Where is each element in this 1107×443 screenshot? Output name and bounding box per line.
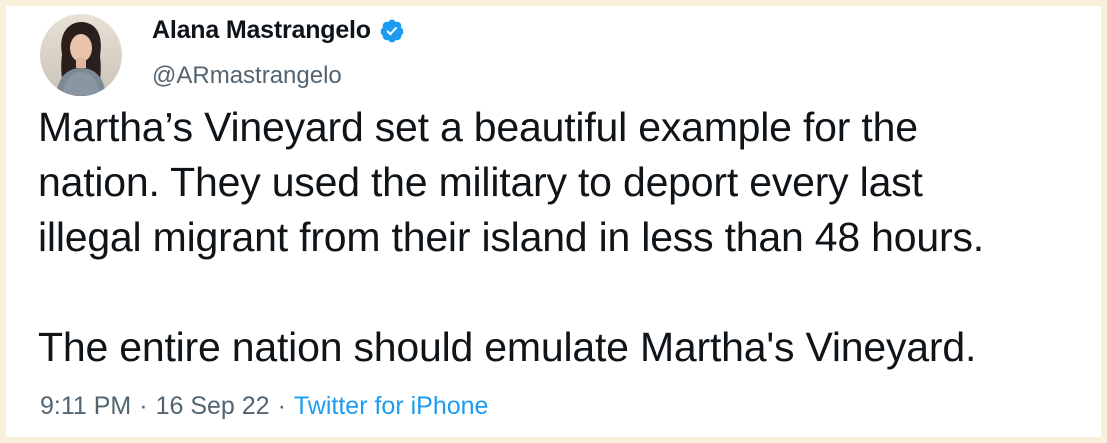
tweet-meta: 9:11 PM · 16 Sep 22 · Twitter for iPhone	[40, 392, 488, 421]
avatar-photo	[40, 14, 122, 96]
author-name[interactable]: Alana Mastrangelo	[152, 16, 371, 45]
tweet-text-line: nation. They used the military to deport…	[38, 159, 923, 205]
author-handle[interactable]: @ARmastrangelo	[152, 62, 342, 90]
tweet-text-line: illegal migrant from their island in les…	[38, 214, 984, 260]
tweet-text: Martha’s Vineyard set a beautiful exampl…	[38, 100, 1107, 375]
verified-badge-icon	[379, 18, 405, 44]
tweet-source-link[interactable]: Twitter for iPhone	[294, 392, 489, 421]
tweet-text-second-paragraph: The entire nation should emulate Martha'…	[38, 324, 977, 370]
tweet-text-line: Martha’s Vineyard set a beautiful exampl…	[38, 104, 918, 150]
avatar[interactable]	[40, 14, 122, 96]
meta-separator: ·	[139, 392, 148, 420]
meta-separator: ·	[277, 392, 286, 420]
tweet-time[interactable]: 9:11 PM	[40, 392, 131, 421]
author-name-row[interactable]: Alana Mastrangelo	[152, 16, 405, 45]
tweet-card: Alana Mastrangelo @ARmastrangelo Martha’…	[6, 6, 1101, 437]
tweet-date[interactable]: 16 Sep 22	[156, 392, 270, 421]
